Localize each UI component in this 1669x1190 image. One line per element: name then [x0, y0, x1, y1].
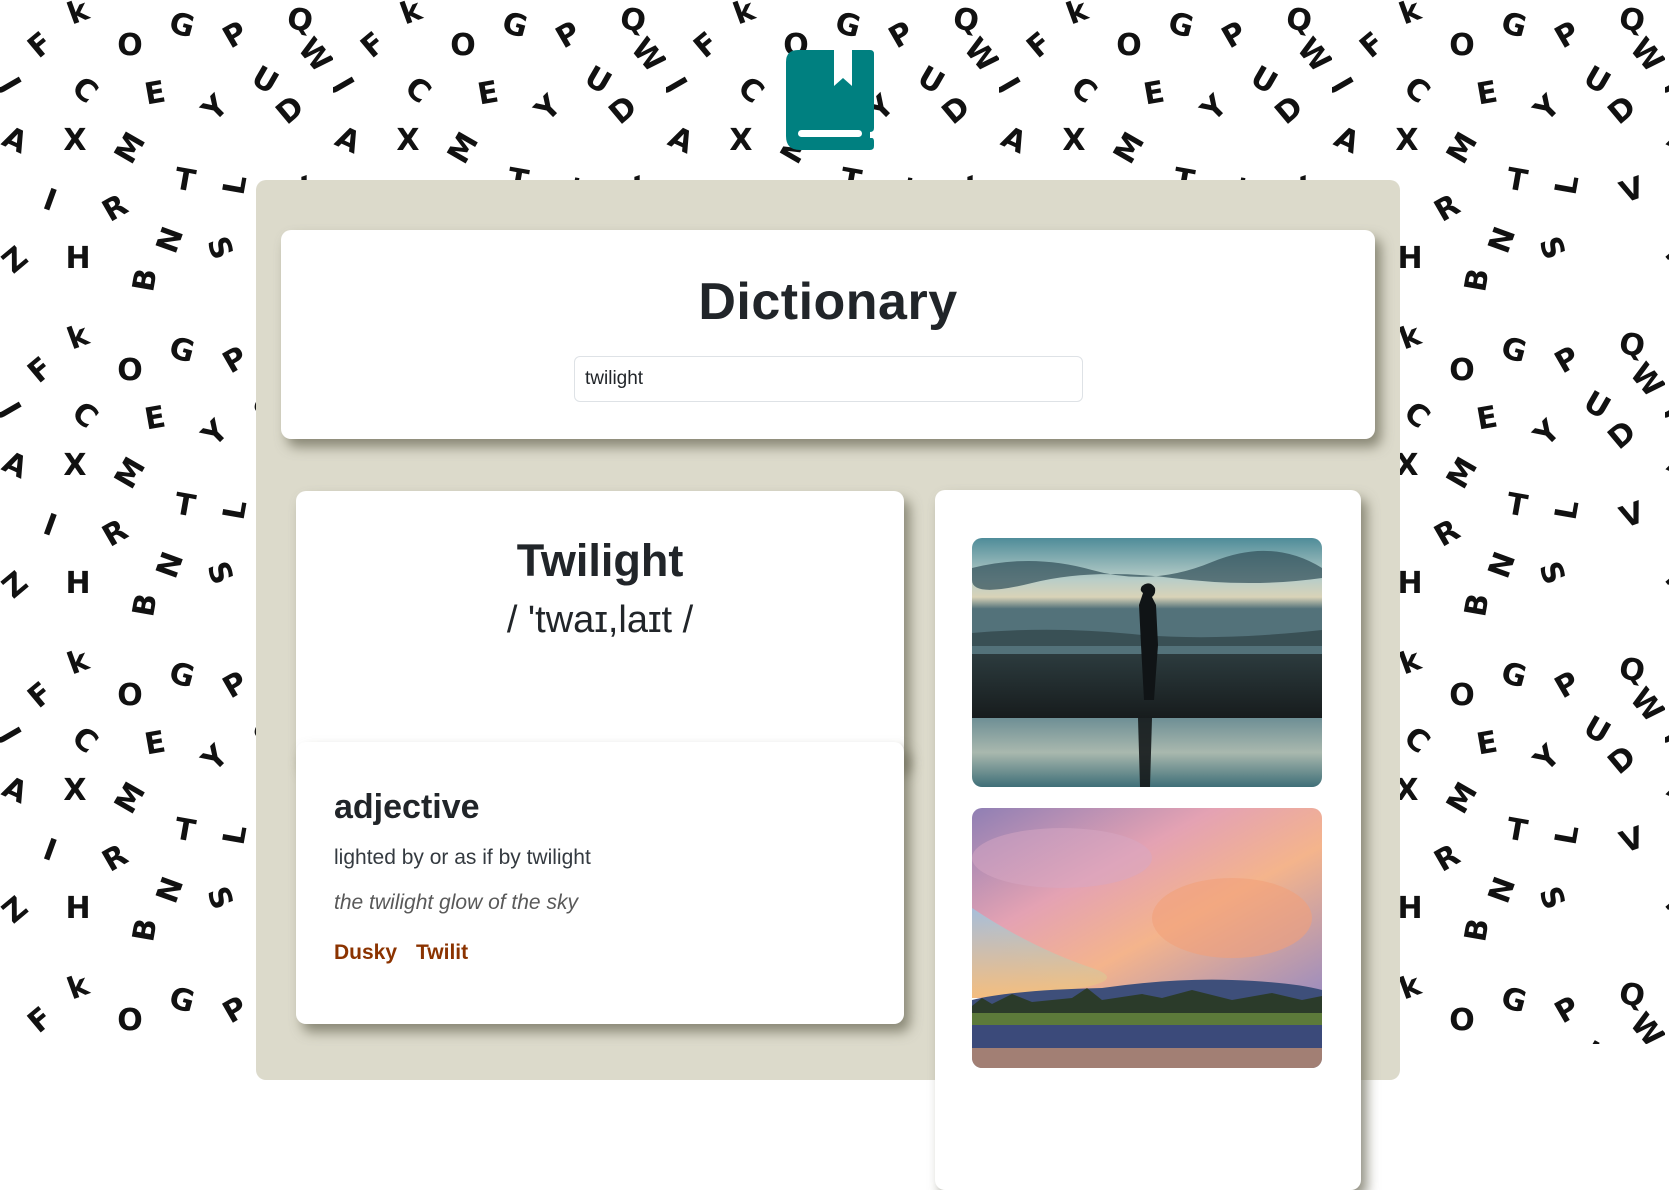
search-input[interactable] — [574, 356, 1083, 402]
definition-text: lighted by or as if by twilight — [334, 846, 591, 869]
synonym-link[interactable]: Twilit — [416, 941, 468, 965]
synonym-link[interactable]: Dusky — [334, 941, 397, 965]
word-image — [972, 808, 1322, 1068]
synonyms-list: Dusky Twilit — [334, 941, 468, 965]
header-card: Dictionary — [281, 230, 1375, 439]
main-panel: Dictionary Twilight / 'twaɪ,laɪt / adjec… — [256, 180, 1400, 1190]
definition-card: adjective lighted by or as if by twiligh… — [296, 742, 904, 1024]
page-title: Dictionary — [698, 273, 958, 331]
example-text: the twilight glow of the sky — [334, 891, 578, 914]
part-of-speech: adjective — [334, 788, 480, 826]
images-card — [935, 490, 1361, 1190]
word-card: Twilight / 'twaɪ,laɪt / — [296, 491, 904, 768]
book-bookmark-icon — [786, 50, 874, 150]
word-image — [972, 538, 1322, 787]
phonetic-text: / 'twaɪ,laɪt / — [506, 599, 694, 641]
word-heading: Twilight — [516, 535, 684, 586]
